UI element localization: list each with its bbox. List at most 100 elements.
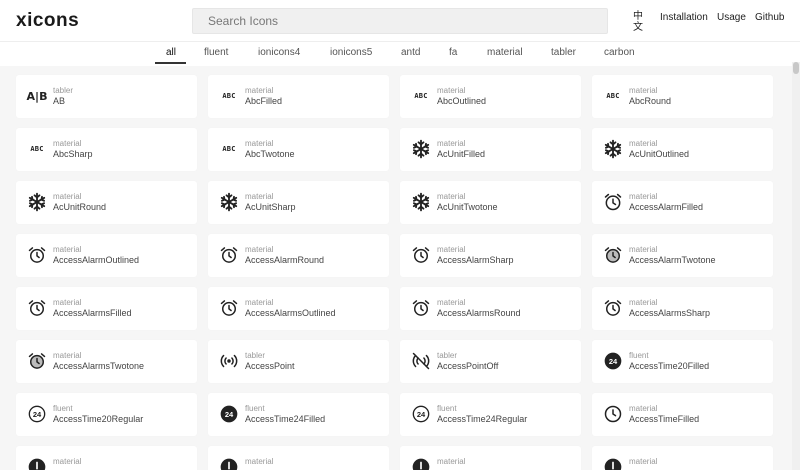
icon-source: material — [437, 298, 466, 307]
icon-card[interactable]: material — [16, 446, 197, 470]
icon-name: AcUnitOutlined — [629, 149, 690, 159]
icon-source: material — [53, 139, 82, 148]
alarm-clock-twotone-icon — [27, 351, 47, 371]
icon-card[interactable]: 24 fluent AccessTime24Regular — [400, 393, 581, 436]
nav-installation[interactable]: Installation — [660, 12, 708, 23]
search-input[interactable]: Search Icons — [192, 8, 608, 34]
icon-card[interactable]: ABC material AbcFilled — [208, 75, 389, 118]
icon-card[interactable]: material AcUnitSharp — [208, 181, 389, 224]
tab-ionicons4[interactable]: ionicons4 — [258, 47, 300, 58]
abc-icon: ABC — [222, 92, 236, 100]
icon-card[interactable]: material AccessAlarmSharp — [400, 234, 581, 277]
icon-name: AB — [53, 96, 66, 106]
time-24-regular-icon: 24 — [411, 404, 431, 424]
svg-text:24: 24 — [225, 410, 234, 419]
icon-card[interactable]: material AcUnitTwotone — [400, 181, 581, 224]
icon-card[interactable]: ABC material AbcRound — [592, 75, 773, 118]
time-24-filled-icon: 24 — [603, 351, 623, 371]
icon-card[interactable]: material AccessAlarmsOutlined — [208, 287, 389, 330]
icon-card[interactable]: ABC material AbcTwotone — [208, 128, 389, 171]
tab-ionicons5[interactable]: ionicons5 — [330, 47, 372, 58]
icon-name: AcUnitFilled — [437, 149, 486, 159]
icon-source: tabler — [437, 351, 458, 360]
icon-card[interactable]: material AccessAlarmsRound — [400, 287, 581, 330]
source-tabs: all fluent ionicons4 ionicons5 antd fa m… — [0, 42, 800, 66]
icon-card[interactable]: tabler AccessPoint — [208, 340, 389, 383]
icon-source: material — [437, 192, 466, 201]
icon-card[interactable]: material AcUnitRound — [16, 181, 197, 224]
alarm-clock-twotone-icon — [603, 245, 623, 265]
time-24-regular-icon: 24 — [27, 404, 47, 424]
icon-name: AccessAlarmTwotone — [629, 255, 716, 265]
tab-antd[interactable]: antd — [401, 47, 420, 58]
icon-name: AbcTwotone — [245, 149, 295, 159]
icon-card[interactable]: material — [208, 446, 389, 470]
icon-source: material — [53, 351, 82, 360]
icon-card[interactable]: material — [400, 446, 581, 470]
icon-source: material — [629, 192, 658, 201]
icon-name: AccessAlarmsSharp — [629, 308, 711, 318]
icon-source: material — [629, 139, 658, 148]
language-toggle[interactable]: 中文 — [633, 11, 647, 33]
icon-card[interactable]: 24 fluent AccessTime20Regular — [16, 393, 197, 436]
svg-text:24: 24 — [33, 410, 42, 419]
alarm-clock-icon — [27, 298, 47, 318]
icon-name: AccessAlarmRound — [245, 255, 325, 265]
icon-name: AbcOutlined — [437, 96, 487, 106]
tab-carbon[interactable]: carbon — [604, 47, 635, 58]
scrollbar-thumb[interactable] — [793, 62, 799, 74]
icon-card[interactable]: material AccessAlarmFilled — [592, 181, 773, 224]
icon-source: material — [53, 457, 82, 466]
alarm-clock-icon — [219, 298, 239, 318]
icon-card[interactable]: tabler AccessPointOff — [400, 340, 581, 383]
tab-tabler[interactable]: tabler — [551, 47, 576, 58]
icon-source: material — [437, 457, 466, 466]
icon-name: AccessAlarmsFilled — [53, 308, 132, 318]
icon-card[interactable]: ABC material AbcSharp — [16, 128, 197, 171]
access-point-icon — [219, 351, 239, 371]
snowflake-icon — [603, 139, 623, 159]
icon-card[interactable]: material AcUnitOutlined — [592, 128, 773, 171]
icon-card[interactable]: 24 fluent AccessTime24Filled — [208, 393, 389, 436]
icon-card[interactable]: material AccessAlarmTwotone — [592, 234, 773, 277]
icon-card[interactable]: material AccessAlarmsFilled — [16, 287, 197, 330]
tab-material[interactable]: material — [487, 47, 523, 58]
icon-name: AccessTime20Filled — [629, 361, 710, 371]
snowflake-icon — [411, 192, 431, 212]
icon-card[interactable]: material AccessAlarmsTwotone — [16, 340, 197, 383]
icon-source: material — [245, 245, 274, 254]
nav-github[interactable]: Github — [755, 12, 784, 23]
icon-card[interactable]: material AcUnitFilled — [400, 128, 581, 171]
clock-icon — [603, 404, 623, 424]
clock-filled-icon — [27, 457, 47, 470]
tab-fluent[interactable]: fluent — [204, 47, 228, 58]
tab-fa[interactable]: fa — [449, 47, 457, 58]
icon-name: AccessAlarmsOutlined — [245, 308, 336, 318]
tab-all[interactable]: all — [166, 47, 176, 58]
icon-source: material — [629, 457, 658, 466]
icon-card[interactable]: ABC material AbcOutlined — [400, 75, 581, 118]
icon-source: material — [629, 245, 658, 254]
icon-card[interactable]: A|B tabler AB — [16, 75, 197, 118]
icon-card[interactable]: material AccessTimeFilled — [592, 393, 773, 436]
icon-source: material — [629, 404, 658, 413]
icon-name: AbcFilled — [245, 96, 283, 106]
clock-filled-icon — [603, 457, 623, 470]
icon-source: tabler — [53, 86, 74, 95]
nav-usage[interactable]: Usage — [717, 12, 746, 23]
icon-card[interactable]: material AccessAlarmRound — [208, 234, 389, 277]
icon-name: AccessPointOff — [437, 361, 499, 371]
abc-icon: ABC — [606, 92, 620, 100]
alarm-icon — [603, 192, 623, 212]
icon-source: material — [53, 298, 82, 307]
icon-card[interactable]: material AccessAlarmOutlined — [16, 234, 197, 277]
abc-icon: ABC — [222, 145, 236, 153]
icon-card[interactable]: material AccessAlarmsSharp — [592, 287, 773, 330]
icon-card[interactable]: material — [592, 446, 773, 470]
icon-card[interactable]: 24 fluent AccessTime20Filled — [592, 340, 773, 383]
scrollbar-track[interactable] — [792, 62, 800, 470]
icon-source: material — [53, 192, 82, 201]
clock-filled-icon — [411, 457, 431, 470]
icon-name: AbcRound — [629, 96, 672, 106]
logo[interactable]: xicons — [16, 10, 79, 32]
